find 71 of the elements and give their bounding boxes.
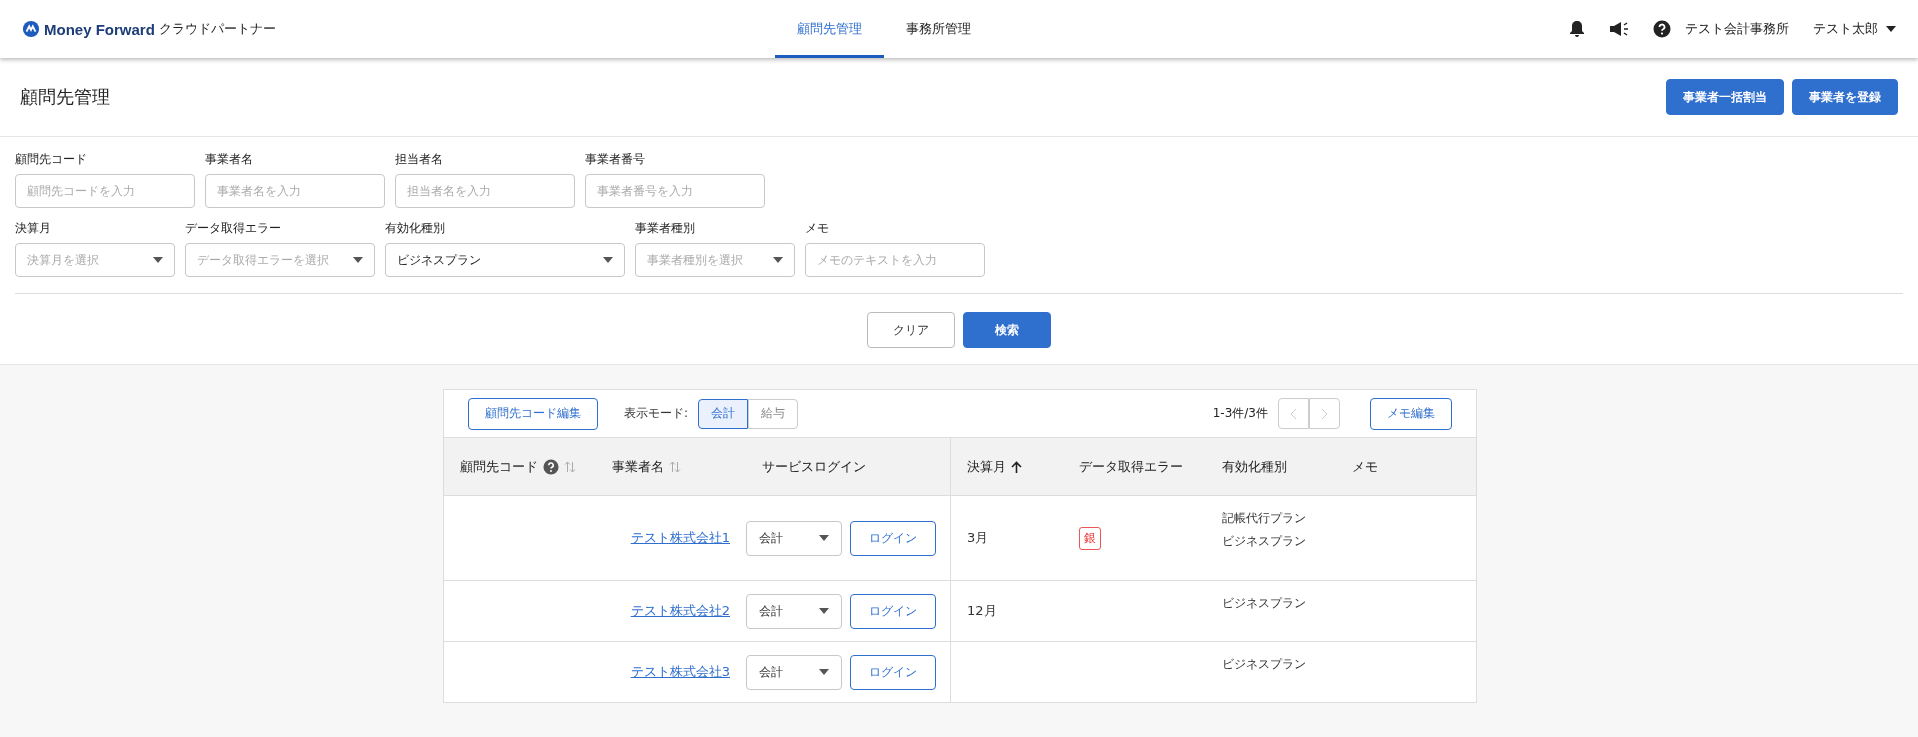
column-header: 顧問先コード <box>460 457 538 476</box>
mode-toggle[interactable]: 給与 <box>748 398 799 429</box>
office-name: テスト会計事務所 <box>1685 20 1789 38</box>
column-header: メモ <box>1352 457 1378 476</box>
service-select[interactable]: 会計 <box>746 520 842 556</box>
chevron-left-icon <box>1290 407 1297 420</box>
field-label: 事業者番号 <box>585 151 646 168</box>
service-select[interactable]: 会計 <box>746 593 842 629</box>
chevron-right-icon <box>1321 407 1328 420</box>
caret-icon <box>819 669 829 675</box>
select-field[interactable]: ビジネスプラン <box>385 243 625 277</box>
field-label: 事業者種別 <box>635 220 696 237</box>
table-cell: ビジネスプラン <box>1222 533 1306 550</box>
column-header: データ取得エラー <box>1079 457 1183 476</box>
page-title: 顧問先管理 <box>20 85 110 109</box>
input-field[interactable]: 事業者番号を入力 <box>585 174 765 208</box>
pagination-range: 1-3件/3件 <box>1212 405 1268 422</box>
logo-brand: Money Forward <box>44 20 155 38</box>
help-icon[interactable] <box>1653 20 1671 38</box>
caret-icon <box>353 257 363 263</box>
column-header: 事業者名 <box>612 457 664 476</box>
memo-edit-button[interactable]: メモ編集 <box>1370 397 1452 430</box>
column-header: 決算月 <box>967 457 1006 476</box>
caret-icon <box>773 257 783 263</box>
clear-button[interactable]: クリア <box>867 312 955 348</box>
code-edit-button[interactable]: 顧問先コード編集 <box>468 397 598 430</box>
action-button[interactable]: 事業者一括割当 <box>1666 79 1784 115</box>
company-link[interactable]: テスト株式会社3 <box>630 663 730 681</box>
mode-toggle[interactable]: 会計 <box>698 398 749 429</box>
caret-icon <box>819 608 829 614</box>
caret-icon <box>153 257 163 263</box>
error-badge: 銀 <box>1079 526 1101 550</box>
field-label: メモ <box>805 220 830 237</box>
input-field[interactable]: 担当者名を入力 <box>395 174 575 208</box>
login-button[interactable]: ログイン <box>850 654 936 690</box>
nav-tab[interactable]: 顧問先管理 <box>775 0 884 58</box>
company-link[interactable]: テスト株式会社1 <box>630 529 730 547</box>
logo-icon <box>22 20 40 38</box>
field-label: 事業者名 <box>205 151 254 168</box>
search-button[interactable]: 検索 <box>963 312 1051 348</box>
column-header: サービスログイン <box>762 457 866 476</box>
company-link[interactable]: テスト株式会社2 <box>630 602 730 620</box>
table-cell: 記帳代行プラン <box>1222 510 1306 527</box>
input-field[interactable]: 事業者名を入力 <box>205 174 385 208</box>
login-button[interactable]: ログイン <box>850 520 936 556</box>
sort-up-icon[interactable] <box>1011 460 1022 473</box>
caret-icon <box>603 257 613 263</box>
input-field[interactable]: 顧問先コードを入力 <box>15 174 195 208</box>
caret-icon <box>1886 26 1896 32</box>
user-menu[interactable]: テスト太郎 <box>1813 20 1896 38</box>
megaphone-icon[interactable] <box>1609 21 1629 37</box>
table-cell: 12月 <box>967 602 997 620</box>
bell-icon[interactable] <box>1569 20 1585 38</box>
input-field[interactable]: メモのテキストを入力 <box>805 243 985 277</box>
field-label: 担当者名 <box>395 151 444 168</box>
field-label: データ取得エラー <box>185 220 282 237</box>
caret-icon <box>819 535 829 541</box>
table-cell: ビジネスプラン <box>1222 656 1306 673</box>
table-cell: 3月 <box>967 529 989 547</box>
login-button[interactable]: ログイン <box>850 593 936 629</box>
field-label: 顧問先コード <box>15 151 88 168</box>
mode-label: 表示モード: <box>624 405 689 422</box>
help-icon[interactable] <box>543 458 559 475</box>
table-cell: ビジネスプラン <box>1222 595 1306 612</box>
action-button[interactable]: 事業者を登録 <box>1792 79 1898 115</box>
service-select[interactable]: 会計 <box>746 654 842 690</box>
field-label: 決算月 <box>15 220 52 237</box>
column-header: 有効化種別 <box>1222 457 1287 476</box>
nav-tab[interactable]: 事務所管理 <box>884 0 993 58</box>
logo-product: クラウドパートナー <box>158 20 276 38</box>
field-label: 有効化種別 <box>385 220 446 237</box>
